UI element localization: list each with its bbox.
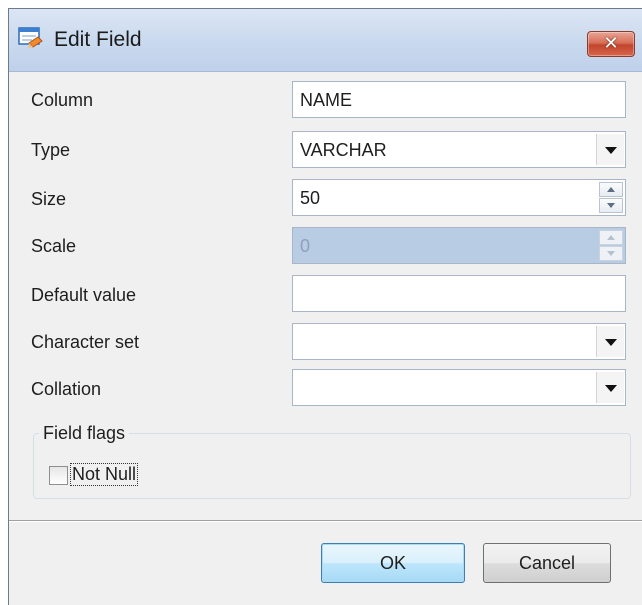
size-label: Size [31, 189, 67, 209]
size-spinner [599, 182, 623, 213]
scale-stepper: 0 [292, 227, 626, 264]
collation-dropdown-button[interactable] [596, 372, 624, 403]
spin-down-icon [607, 251, 615, 256]
scale-label: Scale [31, 236, 77, 256]
cancel-button[interactable]: Cancel [483, 543, 611, 583]
default-value-input[interactable] [292, 275, 626, 312]
not-null-label[interactable]: Not Null [70, 463, 139, 486]
character-set-select[interactable] [292, 323, 626, 360]
size-spin-up-button[interactable] [599, 182, 623, 197]
spin-down-icon [607, 203, 615, 208]
collation-label: Collation [31, 379, 102, 399]
character-set-label: Character set [31, 332, 140, 352]
character-set-dropdown-button[interactable] [596, 326, 624, 357]
chevron-down-icon [605, 147, 617, 154]
edit-field-icon [18, 27, 43, 48]
collation-select[interactable] [292, 369, 626, 406]
close-button[interactable]: ✕ [587, 31, 635, 57]
column-label: Column [31, 90, 94, 110]
default-value-label: Default value [31, 285, 137, 305]
close-icon: ✕ [603, 33, 619, 54]
size-spin-down-button[interactable] [599, 198, 623, 213]
ok-button[interactable]: OK [321, 543, 465, 583]
chevron-down-icon [605, 385, 617, 392]
scale-value: 0 [300, 236, 311, 256]
column-value: NAME [300, 90, 353, 110]
field-flags-legend: Field flags [39, 423, 130, 444]
type-value: VARCHAR [300, 140, 387, 160]
spin-up-icon [607, 187, 615, 192]
not-null-checkbox[interactable] [49, 466, 68, 485]
dialog-title: Edit Field [54, 28, 142, 51]
chevron-down-icon [605, 339, 617, 346]
scale-spinner [599, 230, 623, 261]
size-value: 50 [300, 188, 321, 208]
type-dropdown-button[interactable] [596, 134, 624, 165]
spin-up-icon [607, 235, 615, 240]
scale-spin-down-button [599, 246, 623, 261]
scale-spin-up-button [599, 230, 623, 245]
footer-divider-highlight [9, 521, 642, 522]
edit-field-dialog: Edit Field ✕ Column NAME Type VARCHAR Si… [8, 8, 642, 605]
size-stepper[interactable]: 50 [292, 179, 626, 216]
column-input[interactable]: NAME [292, 81, 626, 118]
type-select[interactable]: VARCHAR [292, 131, 626, 168]
title-bar[interactable]: Edit Field ✕ [9, 9, 642, 72]
type-label: Type [31, 140, 71, 160]
